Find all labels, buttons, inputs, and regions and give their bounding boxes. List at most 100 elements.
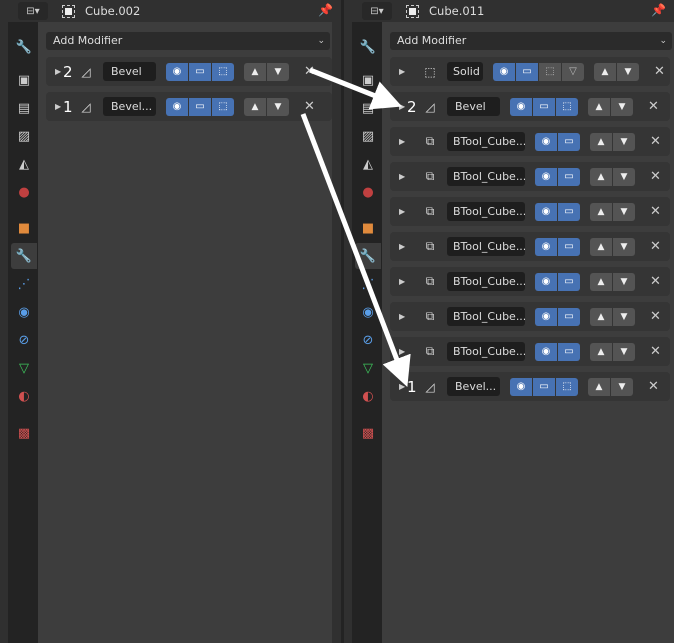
viewport-toggle[interactable]: ▭ xyxy=(558,272,580,291)
modifier-row[interactable]: ▶ ⧉ BTool_Cube... ◉ ▭ ▲ ▼ ✕ xyxy=(390,337,670,366)
modifier-name-field[interactable]: BTool_Cube... xyxy=(447,167,525,186)
modifier-row[interactable]: ▶ ⧉ BTool_Cube... ◉ ▭ ▲ ▼ ✕ xyxy=(390,302,670,331)
move-up-button[interactable]: ▲ xyxy=(590,202,612,221)
add-modifier-dropdown[interactable]: Add Modifier ⌄ xyxy=(46,32,330,50)
viewport-toggle[interactable]: ▭ xyxy=(558,167,580,186)
modifier-row[interactable]: ▶ 1 ◿ Bevel... ◉ ▭ ⬚ ▲ ▼ ✕ xyxy=(46,92,332,121)
editmode-toggle[interactable]: ⬚ xyxy=(212,62,234,81)
modifier-name-field[interactable]: Bevel... xyxy=(103,97,156,116)
tab-world[interactable]: ● xyxy=(355,179,381,205)
viewport-toggle[interactable]: ▭ xyxy=(189,62,211,81)
viewport-toggle[interactable]: ▭ xyxy=(558,202,580,221)
viewport-toggle[interactable]: ▭ xyxy=(516,62,538,81)
remove-modifier-button[interactable]: ✕ xyxy=(304,99,315,114)
move-up-button[interactable]: ▲ xyxy=(590,237,612,256)
modifier-name-field[interactable]: BTool_Cube... xyxy=(447,237,525,256)
tab-world[interactable]: ● xyxy=(11,179,37,205)
tab-render[interactable]: ▣ xyxy=(355,67,381,93)
tab-material[interactable]: ◐ xyxy=(355,383,381,409)
cage-toggle[interactable]: ▽ xyxy=(562,62,584,81)
editor-type-button[interactable]: ⊟▾ xyxy=(18,2,48,20)
modifier-name-field[interactable]: BTool_Cube... xyxy=(447,202,525,221)
tab-constraints[interactable]: ⊘ xyxy=(11,327,37,353)
tab-scene[interactable]: ◭ xyxy=(11,151,37,177)
render-toggle[interactable]: ◉ xyxy=(166,62,188,81)
tab-render[interactable]: ▣ xyxy=(11,67,37,93)
modifier-row[interactable]: ▶ ⧉ BTool_Cube... ◉ ▭ ▲ ▼ ✕ xyxy=(390,127,670,156)
viewport-toggle[interactable]: ▭ xyxy=(558,307,580,326)
expand-icon[interactable]: ▶ xyxy=(399,207,409,216)
tab-particles[interactable]: ⋰ xyxy=(11,271,37,297)
render-toggle[interactable]: ◉ xyxy=(510,97,532,116)
remove-modifier-button[interactable]: ✕ xyxy=(650,204,661,219)
viewport-toggle[interactable]: ▭ xyxy=(533,97,555,116)
expand-icon[interactable]: ▶ xyxy=(399,67,409,76)
remove-modifier-button[interactable]: ✕ xyxy=(650,134,661,149)
editmode-toggle[interactable]: ⬚ xyxy=(556,377,578,396)
tab-texture[interactable]: ▩ xyxy=(11,420,37,446)
tab-texture[interactable]: ▩ xyxy=(355,420,381,446)
editmode-toggle[interactable]: ⬚ xyxy=(539,62,561,81)
modifier-name-field[interactable]: Bevel... xyxy=(447,377,500,396)
move-up-button[interactable]: ▲ xyxy=(588,97,610,116)
expand-icon[interactable]: ▶ xyxy=(399,172,409,181)
modifier-row[interactable]: ▶ ⧉ BTool_Cube... ◉ ▭ ▲ ▼ ✕ xyxy=(390,267,670,296)
modifier-row[interactable]: ▶ ⧉ BTool_Cube... ◉ ▭ ▲ ▼ ✕ xyxy=(390,232,670,261)
move-down-button[interactable]: ▼ xyxy=(611,97,633,116)
expand-icon[interactable]: ▶ xyxy=(399,312,409,321)
expand-icon[interactable]: ▶ xyxy=(399,277,409,286)
editmode-toggle[interactable]: ⬚ xyxy=(212,97,234,116)
tab-tool[interactable]: 🔧 xyxy=(11,34,37,60)
modifier-name-field[interactable]: Solid xyxy=(447,62,483,81)
tab-constraints[interactable]: ⊘ xyxy=(355,327,381,353)
remove-modifier-button[interactable]: ✕ xyxy=(650,309,661,324)
render-toggle[interactable]: ◉ xyxy=(535,307,557,326)
render-toggle[interactable]: ◉ xyxy=(535,272,557,291)
tab-view-layer[interactable]: ▨ xyxy=(355,123,381,149)
viewport-toggle[interactable]: ▭ xyxy=(558,342,580,361)
remove-modifier-button[interactable]: ✕ xyxy=(648,99,659,114)
move-down-button[interactable]: ▼ xyxy=(613,132,635,151)
move-up-button[interactable]: ▲ xyxy=(590,272,612,291)
render-toggle[interactable]: ◉ xyxy=(535,237,557,256)
move-down-button[interactable]: ▼ xyxy=(617,62,639,81)
move-down-button[interactable]: ▼ xyxy=(613,202,635,221)
editmode-toggle[interactable]: ⬚ xyxy=(556,97,578,116)
remove-modifier-button[interactable]: ✕ xyxy=(650,239,661,254)
remove-modifier-button[interactable]: ✕ xyxy=(650,169,661,184)
tab-scene[interactable]: ◭ xyxy=(355,151,381,177)
move-up-button[interactable]: ▲ xyxy=(590,307,612,326)
move-down-button[interactable]: ▼ xyxy=(613,237,635,256)
modifier-name-field[interactable]: BTool_Cube... xyxy=(447,342,525,361)
move-down-button[interactable]: ▼ xyxy=(613,167,635,186)
remove-modifier-button[interactable]: ✕ xyxy=(650,274,661,289)
modifier-name-field[interactable]: Bevel xyxy=(103,62,156,81)
viewport-toggle[interactable]: ▭ xyxy=(558,132,580,151)
modifier-name-field[interactable]: BTool_Cube... xyxy=(447,272,525,291)
render-toggle[interactable]: ◉ xyxy=(493,62,515,81)
pin-icon[interactable]: 📌 xyxy=(318,3,333,17)
editor-type-button[interactable]: ⊟▾ xyxy=(362,2,392,20)
move-down-button[interactable]: ▼ xyxy=(267,62,289,81)
tab-view-layer[interactable]: ▨ xyxy=(11,123,37,149)
tab-data[interactable]: ▽ xyxy=(11,355,37,381)
move-up-button[interactable]: ▲ xyxy=(244,62,266,81)
remove-modifier-button[interactable]: ✕ xyxy=(304,64,315,79)
tab-output[interactable]: ▤ xyxy=(11,95,37,121)
modifier-row[interactable]: ▶ ⬚ Solid ◉ ▭ ⬚ ▽ ▲ ▼ ✕ xyxy=(390,57,670,86)
remove-modifier-button[interactable]: ✕ xyxy=(650,344,661,359)
tab-particles[interactable]: ⋰ xyxy=(355,271,381,297)
tab-tool[interactable]: 🔧 xyxy=(355,34,381,60)
render-toggle[interactable]: ◉ xyxy=(510,377,532,396)
expand-icon[interactable]: ▶ xyxy=(399,347,409,356)
expand-icon[interactable]: ▶ xyxy=(399,137,409,146)
tab-object[interactable]: ■ xyxy=(355,215,381,241)
move-down-button[interactable]: ▼ xyxy=(613,272,635,291)
expand-icon[interactable]: ▶ xyxy=(399,242,409,251)
modifier-name-field[interactable]: BTool_Cube... xyxy=(447,307,525,326)
modifier-row[interactable]: ▶ ⧉ BTool_Cube... ◉ ▭ ▲ ▼ ✕ xyxy=(390,162,670,191)
move-up-button[interactable]: ▲ xyxy=(590,132,612,151)
render-toggle[interactable]: ◉ xyxy=(166,97,188,116)
tab-object[interactable]: ■ xyxy=(11,215,37,241)
move-down-button[interactable]: ▼ xyxy=(611,377,633,396)
